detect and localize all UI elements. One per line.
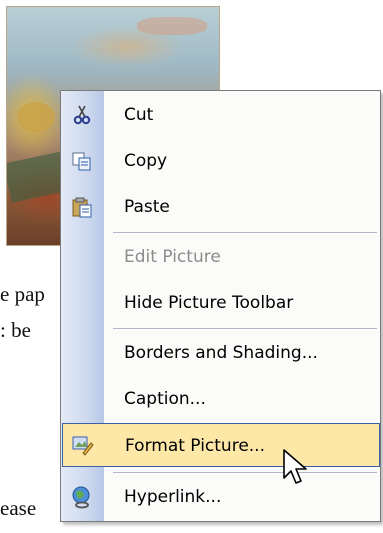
- menu-item-label: Paste: [124, 197, 170, 217]
- menu-item-label: Caption...: [124, 389, 206, 409]
- copy-icon: [70, 149, 94, 173]
- painting-detail: [137, 17, 207, 35]
- menu-item-format-picture[interactable]: Format Picture...: [62, 423, 380, 467]
- menu-item-borders-and-shading[interactable]: Borders and Shading...: [62, 331, 379, 375]
- painting-detail: [17, 102, 55, 132]
- scissors-icon: [70, 103, 94, 127]
- hyperlink-globe-icon: [70, 485, 94, 509]
- format-picture-icon: [70, 433, 94, 457]
- menu-item-label: Hide Picture Toolbar: [124, 293, 294, 313]
- menu-item-label: Cut: [124, 105, 154, 125]
- menu-separator: [113, 328, 377, 329]
- menu-item-label: Edit Picture: [124, 247, 221, 267]
- menu-item-hyperlink[interactable]: Hyperlink...: [62, 475, 379, 519]
- menu-separator: [113, 472, 377, 473]
- document-text-line: : be: [0, 318, 31, 342]
- document-text-line: ease: [0, 496, 37, 520]
- menu-item-edit-picture: Edit Picture: [62, 235, 379, 279]
- document-text-line: e pap: [0, 282, 45, 306]
- paste-icon: [70, 195, 94, 219]
- menu-item-label: Hyperlink...: [124, 487, 222, 507]
- context-menu: Cut Copy Paste Edit Picture Hide Picture…: [60, 90, 381, 522]
- mouse-pointer-icon: [283, 449, 307, 484]
- menu-item-label: Format Picture...: [125, 436, 265, 456]
- menu-item-caption[interactable]: Caption...: [62, 377, 379, 421]
- menu-separator: [113, 232, 377, 233]
- menu-item-label: Copy: [124, 151, 168, 171]
- menu-item-copy[interactable]: Copy: [62, 139, 379, 183]
- menu-item-paste[interactable]: Paste: [62, 185, 379, 229]
- menu-item-hide-picture-toolbar[interactable]: Hide Picture Toolbar: [62, 281, 379, 325]
- menu-item-cut[interactable]: Cut: [62, 93, 379, 137]
- menu-item-label: Borders and Shading...: [124, 343, 318, 363]
